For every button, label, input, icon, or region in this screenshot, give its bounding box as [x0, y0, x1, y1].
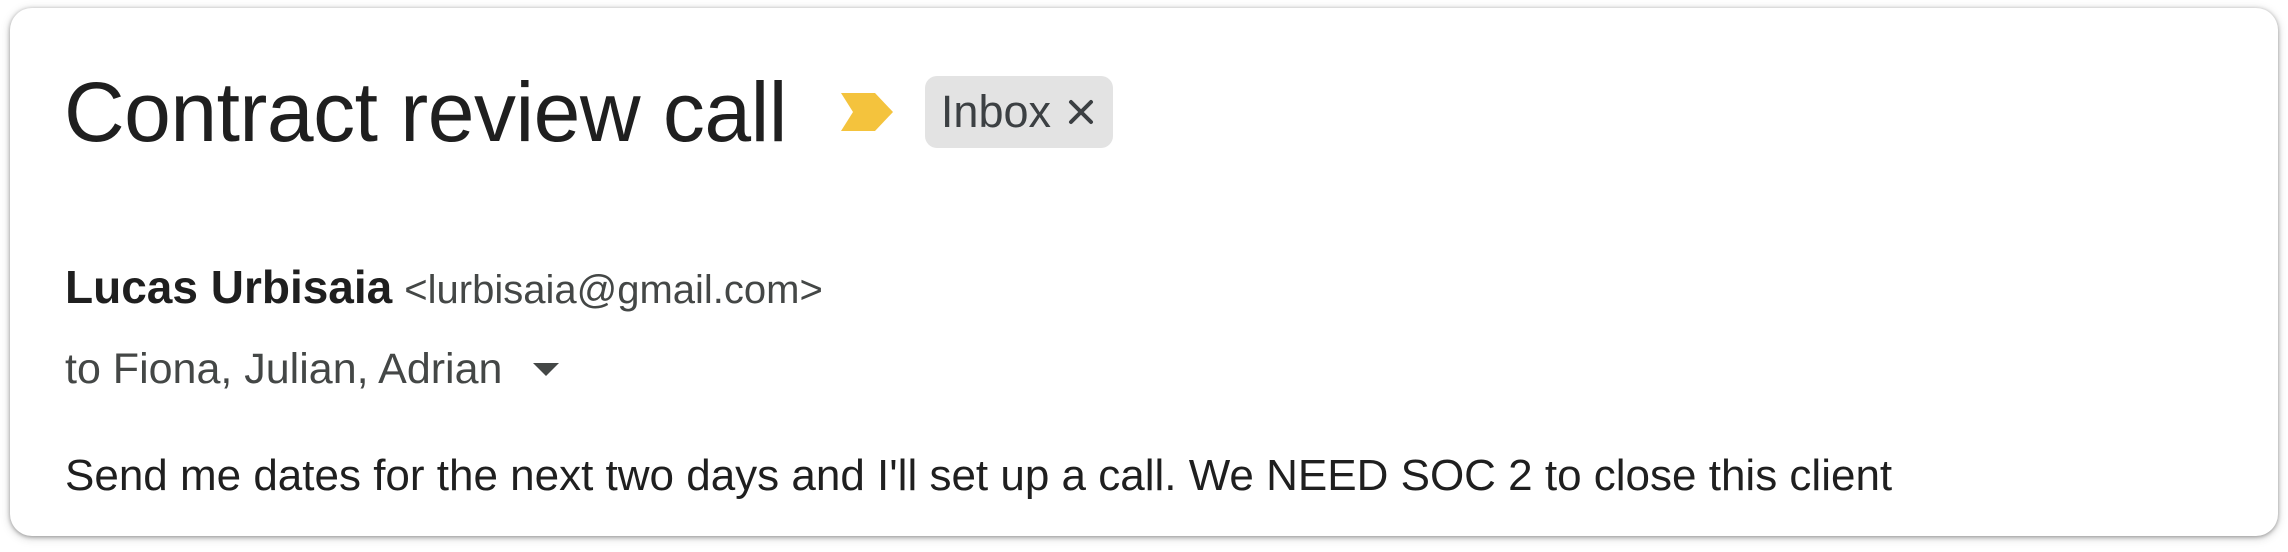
sender-email: <lurbisaia@gmail.com> [404, 268, 823, 312]
importance-arrow-icon[interactable] [839, 91, 895, 133]
close-icon[interactable] [1065, 96, 1097, 128]
sender-name[interactable]: Lucas Urbisaia [65, 260, 392, 314]
recipients-list: to Fiona, Julian, Adrian [65, 345, 503, 393]
sender-line: Lucas Urbisaia <lurbisaia@gmail.com> [65, 260, 823, 314]
email-body: Send me dates for the next two days and … [65, 451, 1893, 500]
email-subject: Contract review call [64, 65, 787, 159]
caret-down-icon[interactable] [528, 351, 564, 387]
recipients-line: to Fiona, Julian, Adrian [65, 341, 564, 397]
label-chip-inbox[interactable]: Inbox [924, 76, 1114, 148]
email-message-card: Contract review call Inbox Lucas Urbisai… [10, 8, 2278, 536]
subject-header: Contract review call Inbox [64, 62, 1114, 162]
label-chip-text: Inbox [940, 86, 1052, 137]
